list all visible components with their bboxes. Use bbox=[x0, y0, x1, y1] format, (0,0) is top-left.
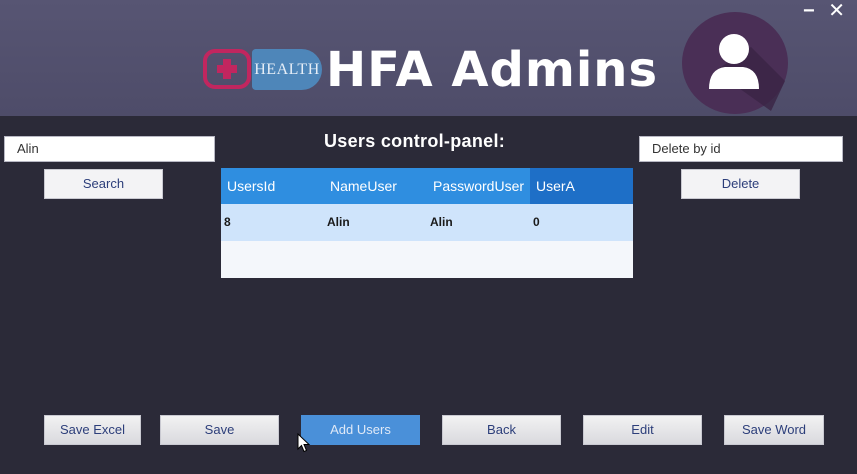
table-row[interactable]: 8 Alin Alin 0 bbox=[221, 204, 633, 241]
window-controls: − ✕ bbox=[795, 0, 845, 23]
add-users-button[interactable]: Add Users bbox=[301, 415, 420, 445]
cell-nameuser[interactable]: Alin bbox=[324, 204, 350, 241]
minimize-button[interactable]: − bbox=[803, 1, 815, 21]
delete-by-id-input[interactable]: Delete by id bbox=[639, 136, 843, 162]
app-title: HFA Admins bbox=[326, 42, 659, 98]
app-header: − ✕ HEALTH HFA Admins bbox=[0, 0, 857, 116]
delete-button[interactable]: Delete bbox=[681, 169, 800, 199]
cell-passworduser[interactable]: Alin bbox=[427, 204, 453, 241]
cell-usera[interactable]: 0 bbox=[530, 204, 540, 241]
edit-button[interactable]: Edit bbox=[583, 415, 702, 445]
back-button[interactable]: Back bbox=[442, 415, 561, 445]
panel-title: Users control-panel: bbox=[324, 131, 506, 151]
save-word-button[interactable]: Save Word bbox=[724, 415, 824, 445]
health-cross-icon bbox=[203, 49, 251, 89]
table-new-row[interactable] bbox=[221, 241, 633, 278]
column-header-usersid[interactable]: UsersId bbox=[221, 168, 325, 204]
cell-usersid[interactable]: 8 bbox=[221, 204, 231, 241]
column-header-usera[interactable]: UserA bbox=[530, 168, 633, 204]
save-button[interactable]: Save bbox=[160, 415, 279, 445]
health-logo-text: HEALTH bbox=[252, 49, 322, 90]
column-header-nameuser[interactable]: NameUser bbox=[324, 168, 428, 204]
search-input[interactable]: Alin bbox=[4, 136, 215, 162]
user-icon bbox=[682, 12, 788, 114]
search-button[interactable]: Search bbox=[44, 169, 163, 199]
column-header-passworduser[interactable]: PasswordUser bbox=[427, 168, 531, 204]
close-button[interactable]: ✕ bbox=[828, 1, 845, 21]
table-header: UsersId NameUser PasswordUser UserA bbox=[221, 168, 633, 204]
save-excel-button[interactable]: Save Excel bbox=[44, 415, 141, 445]
mouse-cursor-icon bbox=[297, 433, 311, 453]
users-table[interactable]: UsersId NameUser PasswordUser UserA 8 Al… bbox=[221, 168, 633, 278]
